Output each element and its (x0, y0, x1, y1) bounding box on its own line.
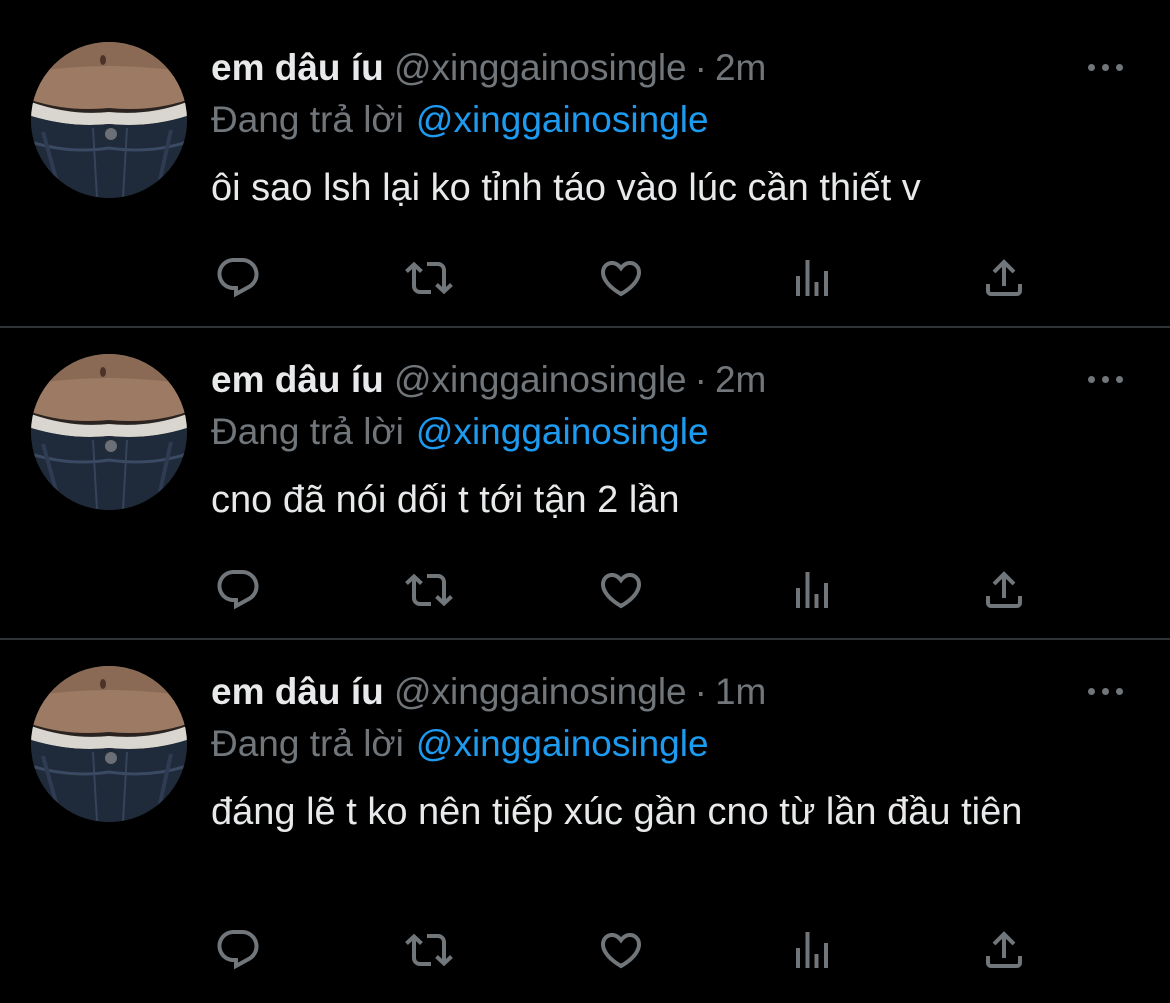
like-icon[interactable] (597, 254, 645, 302)
tweet-header: em dâu íu @xinggainosingle · 2m (211, 360, 766, 400)
tweet-text: ôi sao lsh lại ko tỉnh táo vào lúc cần t… (211, 167, 921, 209)
more-icon[interactable] (1086, 58, 1126, 78)
tweet[interactable]: em dâu íu @xinggainosingle · 1m Đang trả l… (0, 640, 1170, 1003)
retweet-icon[interactable] (405, 254, 453, 302)
analytics-icon[interactable] (788, 254, 836, 302)
avatar[interactable] (31, 666, 187, 822)
tweet-text: cno đã nói dối t tới tận 2 lần (211, 479, 680, 521)
timestamp[interactable]: 1m (715, 671, 766, 712)
replying-to: Đang trả lời @xinggainosingle (211, 724, 709, 764)
display-name[interactable]: em dâu íu (211, 671, 384, 712)
user-handle[interactable]: @xinggainosingle (394, 359, 687, 400)
separator: · (694, 359, 707, 400)
tweet[interactable]: em dâu íu @xinggainosingle · 2m Đang trả l… (0, 328, 1170, 640)
action-bar (0, 254, 1170, 304)
display-name[interactable]: em dâu íu (211, 47, 384, 88)
retweet-icon[interactable] (405, 926, 453, 974)
replying-to-label: Đang trả lời (211, 723, 404, 764)
share-icon[interactable] (980, 566, 1028, 614)
action-bar (0, 926, 1170, 976)
avatar-image (31, 354, 187, 510)
replying-to: Đang trả lời @xinggainosingle (211, 412, 709, 452)
avatar-image (31, 666, 187, 822)
tweet[interactable]: em dâu íu @xinggainosingle · 2m Đang trả l… (0, 0, 1170, 328)
tweet-text: đáng lẽ t ko nên tiếp xúc gần cno từ lần… (211, 791, 1023, 833)
replying-to-label: Đang trả lời (211, 411, 404, 452)
reply-icon[interactable] (214, 254, 262, 302)
replying-to-handle[interactable]: @xinggainosingle (416, 99, 709, 140)
action-bar (0, 566, 1170, 616)
more-icon[interactable] (1086, 370, 1126, 390)
tweet-header: em dâu íu @xinggainosingle · 2m (211, 48, 766, 88)
avatar[interactable] (31, 42, 187, 198)
timestamp[interactable]: 2m (715, 359, 766, 400)
reply-icon[interactable] (214, 926, 262, 974)
replying-to-handle[interactable]: @xinggainosingle (416, 723, 709, 764)
more-icon[interactable] (1086, 682, 1126, 702)
analytics-icon[interactable] (788, 566, 836, 614)
separator: · (694, 47, 707, 88)
display-name[interactable]: em dâu íu (211, 359, 384, 400)
like-icon[interactable] (597, 566, 645, 614)
avatar-image (31, 42, 187, 198)
reply-icon[interactable] (214, 566, 262, 614)
share-icon[interactable] (980, 254, 1028, 302)
analytics-icon[interactable] (788, 926, 836, 974)
user-handle[interactable]: @xinggainosingle (394, 671, 687, 712)
replying-to-label: Đang trả lời (211, 99, 404, 140)
retweet-icon[interactable] (405, 566, 453, 614)
avatar[interactable] (31, 354, 187, 510)
separator: · (694, 671, 707, 712)
replying-to-handle[interactable]: @xinggainosingle (416, 411, 709, 452)
user-handle[interactable]: @xinggainosingle (394, 47, 687, 88)
timestamp[interactable]: 2m (715, 47, 766, 88)
like-icon[interactable] (597, 926, 645, 974)
tweet-header: em dâu íu @xinggainosingle · 1m (211, 672, 766, 712)
share-icon[interactable] (980, 926, 1028, 974)
replying-to: Đang trả lời @xinggainosingle (211, 100, 709, 140)
